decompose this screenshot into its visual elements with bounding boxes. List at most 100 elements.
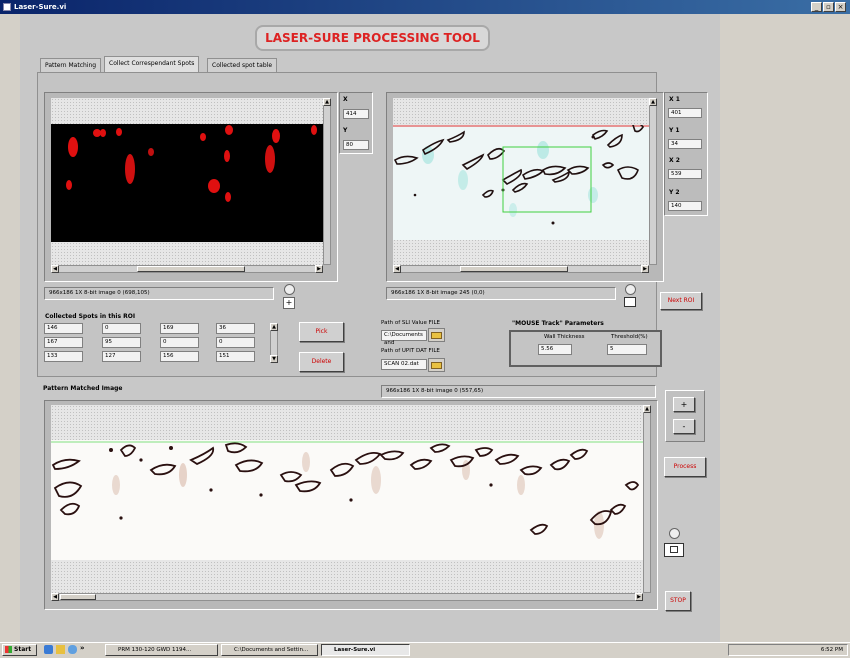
pattern-hscroll-left[interactable]: ◀ (51, 593, 59, 601)
x1-value: 401 (668, 108, 702, 118)
zoom-icon[interactable] (625, 284, 636, 295)
window-title-bar: Laser-Sure.vi (0, 0, 850, 14)
rectangle-roi-icon[interactable] (664, 543, 684, 557)
zoom-icon[interactable] (284, 284, 295, 295)
pattern-vscroll[interactable] (643, 405, 651, 593)
spots-scroll-down[interactable]: ▼ (270, 355, 278, 363)
crosshair-icon[interactable]: + (283, 297, 295, 309)
left-image-info: 966x186 1X 8-bit image 0 (698,105) (44, 287, 274, 300)
app-title: LASER-SURE PROCESSING TOOL (255, 25, 490, 51)
sli-path-label: Path of SLI Value FILE (381, 320, 440, 326)
taskbar-item-label: PRM 130-120 GWD 1194... (118, 647, 192, 653)
spot-cell[interactable]: 169 (160, 323, 199, 334)
taskbar-item[interactable]: C:\Documents and Settin... (221, 644, 318, 656)
spot-cell[interactable]: 0 (216, 337, 255, 348)
red-spots-graphic (66, 125, 317, 202)
dat-path-label: Path of UPIT DAT FILE (381, 348, 440, 354)
pattern-vscroll-up[interactable]: ▲ (643, 405, 651, 413)
spot-cell[interactable]: 0 (160, 337, 199, 348)
zoom-in-button[interactable]: + (673, 397, 695, 412)
taskbar-item-active[interactable]: Laser-Sure.vi (321, 644, 410, 656)
right-hscroll-thumb[interactable] (460, 266, 568, 272)
left-hscroll-thumb[interactable] (137, 266, 245, 272)
next-roi-button[interactable]: Next ROI (660, 292, 702, 310)
taskbar-item-label: C:\Documents and Settin... (234, 647, 309, 653)
x-value: 414 (343, 109, 369, 119)
app-icon (3, 3, 11, 11)
contour-graphic (393, 122, 649, 225)
spots-table: 146 0 169 36 167 95 0 0 133 127 156 151 … (44, 323, 284, 371)
close-button[interactable]: × (835, 2, 846, 12)
spot-cell[interactable]: 36 (216, 323, 255, 334)
left-hscroll-right[interactable]: ▶ (315, 265, 323, 273)
spot-cell[interactable]: 156 (160, 351, 199, 362)
y-value: 80 (343, 140, 369, 150)
y2-label: Y 2 (669, 189, 680, 196)
spots-image (51, 124, 323, 242)
left-vscroll-up[interactable]: ▲ (323, 98, 331, 106)
spot-cell[interactable]: 167 (44, 337, 83, 348)
quick-launch-chevron[interactable]: » (80, 644, 85, 652)
pattern-hscroll[interactable] (51, 593, 643, 601)
mouse-track-title: "MOUSE Track" Parameters (512, 320, 604, 327)
zoom-icon[interactable] (669, 528, 680, 539)
delete-button[interactable]: Delete (299, 352, 344, 372)
pattern-image-info: 966x186 1X 8-bit image 0 (557,65) (381, 385, 656, 398)
tab-pattern-matching[interactable]: Pattern Matching (40, 58, 102, 72)
x2-label: X 2 (669, 157, 680, 164)
dat-path-value: SCAN 02.dat (384, 361, 419, 367)
quick-launch (44, 645, 77, 654)
left-hscroll-left[interactable]: ◀ (51, 265, 59, 273)
threshold-value: 5 (610, 346, 614, 352)
spot-cell[interactable]: 151 (216, 351, 255, 362)
folder-icon[interactable] (56, 645, 65, 654)
tab-collect-spots[interactable]: Collect Correspendant Spots (104, 56, 200, 72)
left-tool-selector[interactable]: + (283, 284, 297, 310)
system-tray: 6:52 PM (728, 644, 848, 656)
right-image-info: 966x186 1X 8-bit image 245 (0,0) (386, 287, 616, 300)
left-image-vscroll[interactable] (323, 98, 331, 265)
pick-button[interactable]: Pick (299, 322, 344, 342)
y1-value: 34 (668, 139, 702, 149)
spot-cell[interactable]: 146 (44, 323, 83, 334)
pattern-image (51, 440, 643, 560)
taskbar-item-label: Laser-Sure.vi (334, 647, 376, 653)
threshold-input[interactable]: 5 (607, 344, 647, 355)
x2-value: 539 (668, 169, 702, 179)
window-controls: _ ▫ × (811, 2, 846, 12)
spot-cell[interactable]: 0 (102, 323, 141, 334)
pattern-tool-selector[interactable] (662, 528, 686, 564)
wall-thickness-value: 5.56 (541, 346, 554, 352)
right-image-vscroll[interactable] (649, 98, 657, 265)
spot-cell[interactable]: 95 (102, 337, 141, 348)
start-label: Start (14, 646, 32, 653)
windows-logo-icon (5, 646, 12, 653)
spot-cell[interactable]: 133 (44, 351, 83, 362)
pattern-hscroll-right[interactable]: ▶ (635, 593, 643, 601)
folder-browse-icon[interactable] (428, 328, 445, 342)
wall-thickness-label: Wall Thickness (544, 334, 585, 340)
rectangle-roi-icon[interactable] (624, 297, 636, 307)
taskbar-item[interactable]: PRM 130-120 GWD 1194... (105, 644, 218, 656)
maximize-button[interactable]: ▫ (823, 2, 834, 12)
right-hscroll-right[interactable]: ▶ (641, 265, 649, 273)
wall-thickness-input[interactable]: 5.56 (538, 344, 572, 355)
right-vscroll-up[interactable]: ▲ (649, 98, 657, 106)
browser-icon[interactable] (44, 645, 53, 654)
sli-path-input[interactable]: C:\Documents and (381, 330, 427, 346)
desktop-icon[interactable] (68, 645, 77, 654)
spots-scroll-up[interactable]: ▲ (270, 323, 278, 331)
pattern-hscroll-thumb[interactable] (60, 594, 96, 600)
right-tool-selector[interactable] (624, 284, 638, 310)
tab-collected-spot-table[interactable]: Collected spot table (207, 58, 278, 72)
dat-path-input[interactable]: SCAN 02.dat (381, 359, 427, 370)
spot-cell[interactable]: 127 (102, 351, 141, 362)
zoom-out-button[interactable]: - (673, 419, 695, 434)
x-label: X (343, 96, 348, 103)
minimize-button[interactable]: _ (811, 2, 822, 12)
process-button[interactable]: Process (664, 457, 706, 477)
stop-button[interactable]: STOP (665, 591, 691, 611)
clock: 6:52 PM (820, 647, 843, 653)
folder-browse-icon[interactable] (428, 358, 445, 372)
right-hscroll-left[interactable]: ◀ (393, 265, 401, 273)
